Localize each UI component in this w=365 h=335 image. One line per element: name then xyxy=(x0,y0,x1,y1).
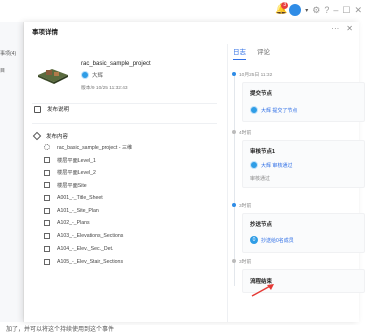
timeline-time: 10月25日 11:32 xyxy=(239,73,273,78)
file-name: A101_-_Site_Plan xyxy=(57,207,99,214)
file-name: A103_-_Elevations_Sections xyxy=(57,233,124,240)
timeline-dot xyxy=(232,72,236,76)
sheet-icon xyxy=(44,207,50,214)
count-badge: 0 xyxy=(250,236,258,244)
minimize-icon[interactable]: – xyxy=(333,5,338,15)
timeline-time: 3时前 xyxy=(239,204,252,209)
file-item[interactable]: A103_-_Elevations_Sections xyxy=(44,230,132,243)
top-bar: 🔔 3 ▾ ⚙ ? – ☐ ✕ xyxy=(0,0,365,22)
panel-divider xyxy=(227,44,228,322)
card-title: 提交节点 xyxy=(250,91,273,97)
release-content-section: 发布内容 xyxy=(32,131,69,141)
file-name: A105_-_Elev_Stair_Sections xyxy=(57,258,124,265)
file-item[interactable]: 楼层平面Site xyxy=(44,179,132,192)
notification-badge: 3 xyxy=(281,2,289,9)
background-item[interactable]: 事项(4) xyxy=(0,50,16,57)
file-name: A001_-_Title_Sheet xyxy=(57,195,103,202)
card-status: 审核通过 xyxy=(250,176,271,182)
top-bar-icons: 🔔 3 ▾ ⚙ ? – ☐ ✕ xyxy=(275,2,362,16)
sheet-icon xyxy=(44,258,50,265)
settings-icon[interactable]: ⚙ xyxy=(312,5,320,15)
card-user: 0 抄送给0名成员 xyxy=(250,236,294,244)
avatar xyxy=(81,71,89,79)
card-user-text: 大辉 提交了节点 xyxy=(261,107,298,114)
file-item[interactable]: A001_-_Title_Sheet xyxy=(44,192,132,205)
sheet-icon xyxy=(44,245,50,252)
project-user-name: 大辉 xyxy=(92,73,104,79)
project-version: 版本/9 10/25 11:32:43 xyxy=(81,86,128,91)
tab-log[interactable]: 日志 xyxy=(233,46,246,60)
annotation-arrow-icon xyxy=(251,284,274,297)
file-name: rac_basic_sample_project - 三维 xyxy=(57,144,133,151)
card-title: 抄送节点 xyxy=(250,222,273,228)
file-name: A104_-_Elev._Sec._Det. xyxy=(57,245,114,252)
file-name: 楼层平面Site xyxy=(57,182,87,189)
card-user: 大辉 审核通过 xyxy=(250,161,292,169)
timeline-dot xyxy=(232,203,236,207)
tab-comments[interactable]: 评论 xyxy=(257,46,270,60)
more-icon[interactable]: ··· xyxy=(331,25,339,33)
file-item[interactable]: A102_-_Plans xyxy=(44,217,132,230)
card-title: 审核节点1 xyxy=(250,149,276,155)
tab-bar: 日志 评论 xyxy=(233,46,270,60)
file-item[interactable]: A101_-_Site_Plan xyxy=(44,204,132,217)
timeline-line xyxy=(234,74,235,286)
plan-icon xyxy=(44,157,50,164)
close-icon[interactable]: ✕ xyxy=(354,5,362,15)
release-content-label: 发布内容 xyxy=(46,134,69,140)
plan-icon xyxy=(44,182,50,189)
card-user-text: 大辉 审核通过 xyxy=(261,162,293,169)
timeline-dot xyxy=(232,259,236,263)
avatar xyxy=(250,161,258,169)
card-user: 大辉 提交了节点 xyxy=(250,106,297,114)
bell-icon[interactable]: 🔔 3 xyxy=(275,2,289,15)
project-name: rac_basic_sample_project xyxy=(81,61,151,67)
release-note-section[interactable]: 发布说明 xyxy=(34,105,69,113)
panel-tools: ··· ✕ xyxy=(331,25,353,33)
timeline-card: 抄送节点 0 抄送给0名成员 xyxy=(242,213,365,253)
layers-icon xyxy=(32,131,42,141)
background-item[interactable]: 目 xyxy=(0,67,5,74)
model-icon xyxy=(44,144,50,151)
maximize-icon[interactable]: ☐ xyxy=(342,5,350,15)
file-name: 楼层平面Level_2 xyxy=(57,170,96,177)
release-note-label: 发布说明 xyxy=(47,107,70,113)
divider xyxy=(32,123,217,124)
avatar xyxy=(250,106,258,114)
timeline-dot xyxy=(232,130,236,134)
help-icon[interactable]: ? xyxy=(324,5,329,15)
sheet-icon xyxy=(44,233,50,240)
timeline-card: 提交节点 大辉 提交了节点 xyxy=(242,82,365,122)
avatar[interactable] xyxy=(289,4,302,16)
bottom-caption: 加了，并可以将这个持续使用到这个事件 xyxy=(0,325,365,335)
divider xyxy=(32,103,217,104)
timeline-time: 4时前 xyxy=(239,131,252,136)
document-icon xyxy=(34,105,41,113)
file-list: rac_basic_sample_project - 三维 楼层平面Level_… xyxy=(44,141,132,268)
chevron-down-icon[interactable]: ▾ xyxy=(305,7,308,14)
project-user: 大辉 xyxy=(81,71,103,79)
file-item[interactable]: 楼层平面Level_2 xyxy=(44,166,132,179)
file-item[interactable]: A104_-_Elev._Sec._Det. xyxy=(44,243,132,256)
background-sidebar: 事项(4) 目 xyxy=(0,22,24,322)
timeline-card: 审核节点1 大辉 审核通过 审核通过 xyxy=(242,140,365,188)
file-item[interactable]: 楼层平面Level_1 xyxy=(44,154,132,167)
file-item[interactable]: A105_-_Elev_Stair_Sections xyxy=(44,255,132,268)
close-icon[interactable]: ✕ xyxy=(346,25,353,33)
plan-icon xyxy=(44,169,50,176)
sheet-icon xyxy=(44,220,50,227)
file-item[interactable]: rac_basic_sample_project - 三维 xyxy=(44,141,132,154)
card-user-text: 抄送给0名成员 xyxy=(261,237,294,244)
file-name: A102_-_Plans xyxy=(57,220,90,227)
project-thumbnail xyxy=(38,69,68,84)
timeline-time: 3时前 xyxy=(239,260,252,265)
panel-title: 事项详情 xyxy=(32,29,58,36)
file-name: 楼层平面Level_1 xyxy=(57,157,96,164)
detail-panel: 事项详情 ··· ✕ rac_basic_sample_project 大辉 版… xyxy=(24,22,365,322)
sheet-icon xyxy=(44,195,50,202)
